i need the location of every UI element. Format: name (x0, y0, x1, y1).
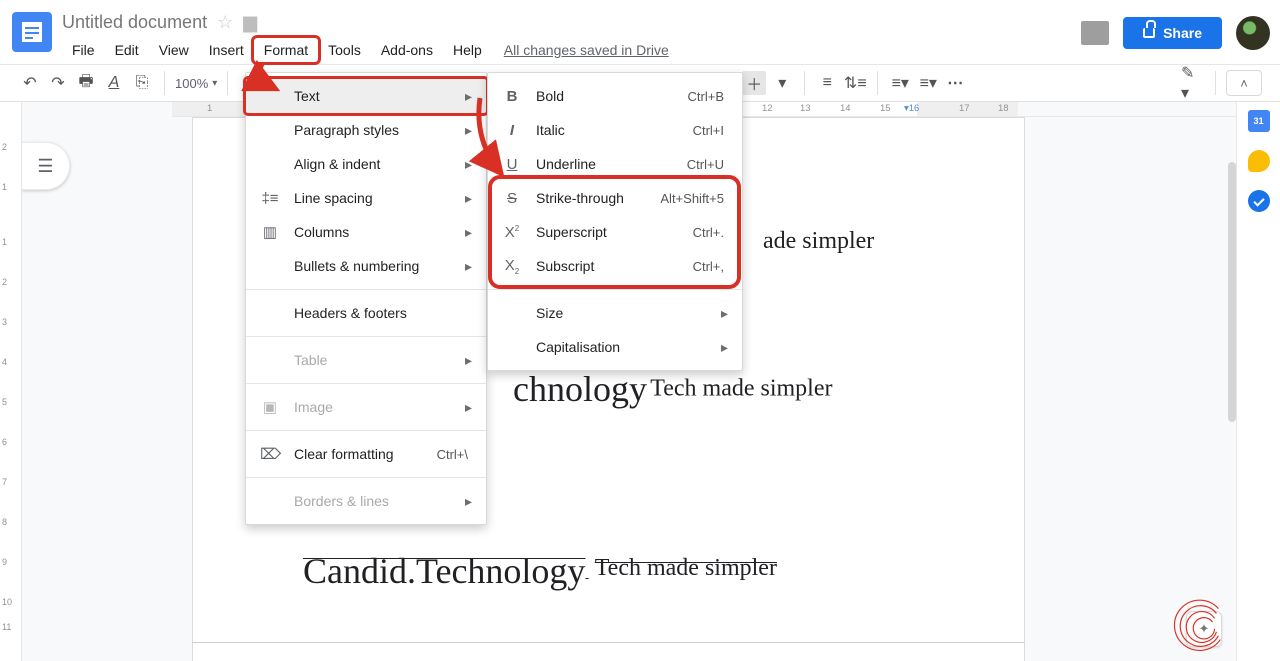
redo-icon[interactable]: ↷ (46, 71, 70, 95)
star-icon[interactable]: ☆ (217, 12, 233, 33)
format-table: Table (246, 343, 486, 377)
text-subscript[interactable]: X2 Subscript Ctrl+, (488, 249, 742, 283)
insert-image-icon[interactable]: ▾ (770, 71, 794, 95)
account-avatar[interactable] (1236, 16, 1270, 50)
menu-format[interactable]: Format (254, 38, 318, 62)
text-size[interactable]: Size (488, 296, 742, 330)
superscript-icon: X2 (502, 224, 522, 241)
format-image: ▣ Image (246, 390, 486, 424)
keep-sidebar-icon[interactable] (1248, 150, 1270, 172)
insert-link-icon[interactable]: ＋ (742, 71, 766, 95)
outline-icon: ☰ (37, 156, 53, 177)
underline-icon: U (502, 156, 522, 173)
subscript-icon: X2 (502, 257, 522, 276)
menu-file[interactable]: File (62, 38, 105, 62)
format-dropdown: Text Paragraph styles Align & indent ‡≡ … (245, 72, 487, 525)
line-spacing-icon: ‡≡ (260, 190, 280, 207)
doc-line1: ade simpler (763, 228, 874, 255)
format-columns[interactable]: ▥ Columns (246, 215, 486, 249)
clear-format-icon: ⌦ (260, 445, 280, 463)
text-capitalisation[interactable]: Capitalisation (488, 330, 742, 364)
format-paragraph-styles[interactable]: Paragraph styles (246, 113, 486, 147)
paint-format-icon[interactable]: ⎘ (130, 71, 154, 95)
menu-edit[interactable]: Edit (105, 38, 149, 62)
zoom-select[interactable]: 100%▾ (175, 76, 217, 91)
text-underline[interactable]: U Underline Ctrl+U (488, 147, 742, 181)
brand-watermark (1172, 597, 1230, 655)
italic-icon: I (502, 122, 522, 139)
menu-view[interactable]: View (149, 38, 199, 62)
share-button[interactable]: Share (1123, 17, 1222, 49)
vertical-ruler: 2 1 1 2 3 4 5 6 7 8 9 10 11 (0, 102, 22, 661)
columns-icon: ▥ (260, 223, 280, 241)
text-bold[interactable]: B Bold Ctrl+B (488, 79, 742, 113)
side-panel (1236, 102, 1280, 661)
more-tools-icon[interactable]: ⋯ (944, 71, 968, 95)
format-borders-lines: Borders & lines (246, 484, 486, 518)
line-spacing-icon[interactable]: ⇅≡ (843, 71, 867, 95)
format-clear-formatting[interactable]: ⌦ Clear formatting Ctrl+\ (246, 437, 486, 471)
save-status[interactable]: All changes saved in Drive (504, 38, 669, 62)
vertical-scrollbar[interactable] (1228, 162, 1236, 422)
text-strike-through[interactable]: S Strike-through Alt+Shift+5 (488, 181, 742, 215)
lock-icon (1143, 28, 1155, 38)
collapse-sidebar-icon[interactable]: ˄ (1226, 70, 1262, 96)
spellcheck-icon[interactable]: A (102, 71, 126, 95)
doc-line2-sup: Tech made simpler (650, 376, 832, 402)
bulleted-list-icon[interactable]: ≡▾ (916, 71, 940, 95)
share-button-label: Share (1163, 25, 1202, 41)
undo-icon[interactable]: ↶ (18, 71, 42, 95)
bold-icon: B (502, 88, 522, 105)
format-line-spacing[interactable]: ‡≡ Line spacing (246, 181, 486, 215)
title-bar: Untitled document ☆ ▆ File Edit View Ins… (0, 0, 1280, 64)
menu-addons[interactable]: Add-ons (371, 38, 443, 62)
text-submenu: B Bold Ctrl+B I Italic Ctrl+I U Underlin… (487, 72, 743, 371)
tasks-sidebar-icon[interactable] (1248, 190, 1270, 212)
strikethrough-icon: S (502, 190, 522, 207)
menu-bar: File Edit View Insert Format Tools Add-o… (62, 38, 669, 62)
open-comments-icon[interactable] (1081, 21, 1109, 45)
outline-toggle-button[interactable]: ☰ (22, 142, 70, 190)
text-superscript[interactable]: X2 Superscript Ctrl+. (488, 215, 742, 249)
menu-insert[interactable]: Insert (199, 38, 254, 62)
format-headers-footers[interactable]: Headers & footers (246, 296, 486, 330)
doc-line3-small: Tech made simpler (595, 555, 777, 581)
text-italic[interactable]: I Italic Ctrl+I (488, 113, 742, 147)
format-align-indent[interactable]: Align & indent (246, 147, 486, 181)
menu-help[interactable]: Help (443, 38, 492, 62)
print-icon[interactable]: 🖶 (74, 71, 98, 95)
doc-line2-big: chnology (513, 369, 647, 409)
editing-mode-icon[interactable]: ✎ ▾ (1181, 71, 1205, 95)
folder-move-icon[interactable]: ▆ (243, 12, 257, 33)
document-title[interactable]: Untitled document (62, 12, 207, 33)
calendar-sidebar-icon[interactable] (1248, 110, 1270, 132)
page-break (192, 642, 1025, 643)
menu-tools[interactable]: Tools (318, 38, 371, 62)
docs-app-icon[interactable] (12, 12, 52, 52)
format-bullets-numbering[interactable]: Bullets & numbering (246, 249, 486, 283)
format-text[interactable]: Text (246, 79, 486, 113)
align-icon[interactable]: ≡ (815, 71, 839, 95)
numbered-list-icon[interactable]: ≡▾ (888, 71, 912, 95)
doc-line3-big: Candid.Technology (303, 551, 585, 591)
image-icon: ▣ (260, 398, 280, 416)
